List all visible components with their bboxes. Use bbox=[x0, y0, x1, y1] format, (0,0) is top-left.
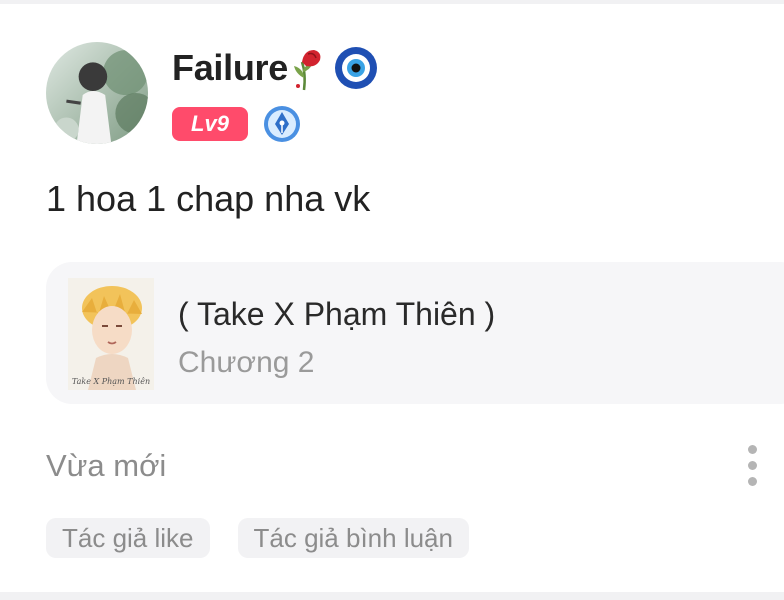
level-badge: Lv9 bbox=[172, 107, 248, 141]
tag-author-liked[interactable]: Tác giả like bbox=[46, 518, 210, 558]
story-cover: Take X Phạm Thiên bbox=[68, 278, 154, 390]
more-options-icon-dot bbox=[747, 460, 757, 470]
username-row: Failure bbox=[172, 42, 378, 94]
badge-row: Lv9 bbox=[172, 104, 302, 144]
avatar-image bbox=[46, 42, 148, 144]
tag-author-commented[interactable]: Tác giả bình luận bbox=[237, 518, 469, 558]
writer-pen-badge-icon bbox=[264, 106, 300, 142]
story-cover-caption: Take X Phạm Thiên bbox=[72, 377, 150, 386]
avatar[interactable] bbox=[46, 42, 148, 144]
comment-text: 1 hoa 1 chap nha vk bbox=[46, 178, 371, 219]
nazar-amulet-icon bbox=[334, 47, 377, 89]
bottom-divider bbox=[0, 592, 784, 600]
top-divider bbox=[0, 0, 784, 4]
username[interactable]: Failure bbox=[172, 47, 288, 89]
more-options-button[interactable] bbox=[736, 440, 768, 490]
more-options-icon-dot bbox=[747, 476, 757, 486]
story-title: ( Take X Phạm Thiên ) bbox=[178, 296, 496, 332]
story-cover-image: Take X Phạm Thiên bbox=[68, 278, 154, 390]
timestamp: Vừa mới bbox=[46, 448, 167, 483]
story-chapter: Chương 2 bbox=[178, 346, 315, 379]
wilted-rose-icon bbox=[293, 50, 321, 91]
more-options-icon-dot bbox=[747, 444, 757, 454]
tag-list: Tác giả like Tác giả bình luận bbox=[46, 518, 469, 558]
story-card[interactable]: Take X Phạm Thiên ( Take X Phạm Thiên ) … bbox=[46, 262, 784, 404]
